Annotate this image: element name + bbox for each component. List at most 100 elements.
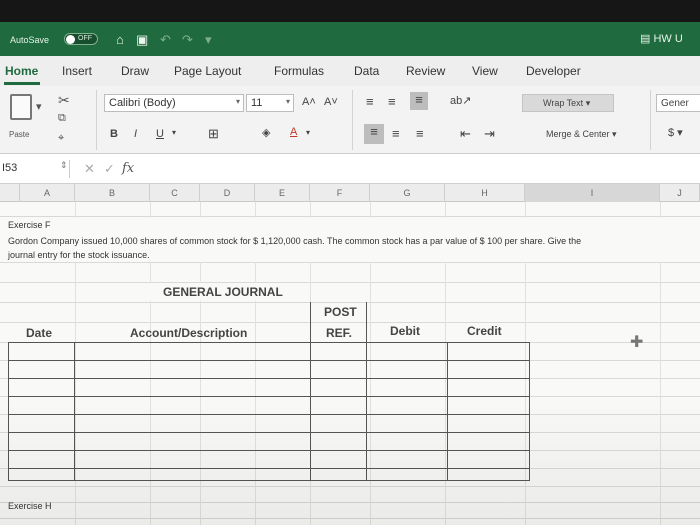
gridline <box>0 302 700 303</box>
underline-icon[interactable]: U <box>156 128 164 140</box>
align-middle-icon[interactable]: ≡ <box>388 94 396 109</box>
column-header-j[interactable]: J <box>660 184 700 202</box>
journal-border <box>8 468 530 469</box>
font-size-select[interactable]: 11 ▾ <box>246 94 294 112</box>
align-right-icon[interactable]: ≡ <box>416 126 424 141</box>
align-bottom-icon[interactable]: ≡ <box>410 92 428 110</box>
divider <box>650 90 651 150</box>
post-label: POST <box>324 305 357 319</box>
increase-font-icon[interactable]: A˄ <box>302 96 316 108</box>
column-header-h[interactable]: H <box>445 184 525 202</box>
ribbon-home: ▾ Paste ✂ ⧉ ⌖ Calibri (Body) ▾ 11 ▾ A˄ A… <box>0 86 700 154</box>
undo-icon[interactable]: ↶ <box>160 32 171 48</box>
align-left-icon[interactable]: ≡ <box>364 124 384 144</box>
font-size-value: 11 <box>251 97 263 109</box>
insert-function-icon[interactable]: fx <box>122 161 134 176</box>
enter-icon[interactable]: ✓ <box>104 161 115 177</box>
cancel-icon[interactable]: ✕ <box>84 161 95 177</box>
merge-center-button[interactable]: Merge & Center ▾ <box>528 126 646 144</box>
decrease-font-icon[interactable]: A˅ <box>324 96 338 108</box>
divider <box>96 90 97 150</box>
column-header-c[interactable]: C <box>150 184 200 202</box>
journal-border <box>8 378 530 379</box>
increase-indent-icon[interactable]: ⇥ <box>484 126 495 142</box>
toggle-knob <box>66 35 75 44</box>
name-box-value: I53 <box>2 162 18 174</box>
document-icon: ▤ <box>640 33 654 45</box>
gridline <box>0 502 700 503</box>
underline-chevron-icon[interactable]: ▾ <box>172 128 176 137</box>
paste-chevron-icon[interactable]: ▾ <box>36 100 42 113</box>
decrease-indent-icon[interactable]: ⇤ <box>460 126 471 142</box>
journal-border <box>529 342 530 480</box>
window-title-text: HW U <box>653 33 683 45</box>
name-box-stepper-icon[interactable]: ⇕ <box>60 160 68 171</box>
bold-icon[interactable]: B <box>110 128 118 140</box>
tab-draw[interactable]: Draw <box>121 64 149 78</box>
name-box[interactable]: I53 ⇕ <box>0 160 70 178</box>
journal-border <box>8 342 530 343</box>
journal-border <box>74 342 75 480</box>
font-color-chevron-icon[interactable]: ▾ <box>306 128 310 137</box>
paste-icon[interactable] <box>10 94 32 120</box>
wrap-text-button[interactable]: Wrap Text ▾ <box>522 94 614 112</box>
column-header-i[interactable]: I <box>525 184 660 202</box>
column-header-e[interactable]: E <box>255 184 310 202</box>
tab-page-layout[interactable]: Page Layout <box>174 64 241 78</box>
currency-symbol: $ <box>668 127 675 139</box>
orientation-icon[interactable]: ab↗ <box>450 94 471 107</box>
formula-bar: I53 ⇕ ✕ ✓ fx <box>0 154 700 184</box>
column-header-f[interactable]: F <box>310 184 370 202</box>
column-header-b[interactable]: B <box>75 184 150 202</box>
home-icon[interactable]: ⌂ <box>116 32 124 47</box>
gridline <box>0 282 700 283</box>
fill-color-icon[interactable]: ◈ <box>262 126 270 139</box>
font-name-value: Calibri (Body) <box>109 97 176 109</box>
title-bar: AutoSave OFF ⌂ ▣ ↶ ↷ ▾ ▤ HW U <box>0 22 700 56</box>
gridline <box>0 322 700 323</box>
formula-input[interactable] <box>146 159 700 179</box>
autosave-toggle[interactable]: OFF <box>64 33 98 45</box>
ref-column-header: REF. <box>326 326 353 340</box>
column-header-d[interactable]: D <box>200 184 255 202</box>
tab-formulas[interactable]: Formulas <box>274 64 324 78</box>
column-header-g[interactable]: G <box>370 184 445 202</box>
window-title: ▤ HW U <box>640 32 700 45</box>
column-header-a[interactable]: A <box>20 184 75 202</box>
tab-view[interactable]: View <box>472 64 498 78</box>
font-color-icon[interactable]: A <box>290 126 297 138</box>
gridline <box>0 518 700 519</box>
cut-icon[interactable]: ✂ <box>58 92 70 109</box>
divider <box>352 90 353 150</box>
ribbon-tabs: Home Insert Draw Page Layout Formulas Da… <box>0 56 700 86</box>
tab-review[interactable]: Review <box>406 64 445 78</box>
currency-format-icon[interactable]: $ ▾ <box>668 126 683 139</box>
customize-chevron-icon[interactable]: ▾ <box>205 32 212 48</box>
align-top-icon[interactable]: ≡ <box>366 94 374 109</box>
tab-developer[interactable]: Developer <box>526 64 581 78</box>
tab-home[interactable]: Home <box>5 64 38 78</box>
select-all-corner[interactable] <box>0 184 20 202</box>
wrap-text-label: Wrap Text <box>543 98 584 108</box>
italic-icon[interactable]: I <box>134 128 137 140</box>
date-column-header: Date <box>26 326 53 340</box>
journal-border <box>8 396 530 397</box>
redo-icon[interactable]: ↷ <box>182 32 193 48</box>
journal-border <box>310 302 311 480</box>
debit-column-header: Debit <box>390 324 420 338</box>
gridline <box>0 262 700 263</box>
copy-icon[interactable]: ⧉ <box>58 112 66 125</box>
tab-data[interactable]: Data <box>354 64 379 78</box>
journal-border <box>366 302 367 480</box>
format-painter-icon[interactable]: ⌖ <box>58 132 64 145</box>
borders-icon[interactable]: ⊞ <box>208 126 219 142</box>
journal-border <box>8 432 530 433</box>
align-center-icon[interactable]: ≡ <box>392 126 400 141</box>
number-format-select[interactable]: Gener <box>656 94 700 112</box>
save-icon[interactable]: ▣ <box>136 32 148 48</box>
font-name-select[interactable]: Calibri (Body) ▾ <box>104 94 244 112</box>
journal-border <box>8 480 530 481</box>
monitor-bezel <box>0 0 700 22</box>
tab-insert[interactable]: Insert <box>62 64 92 78</box>
worksheet-grid[interactable]: Exercise F Gordon Company issued 10,000 … <box>0 202 700 525</box>
